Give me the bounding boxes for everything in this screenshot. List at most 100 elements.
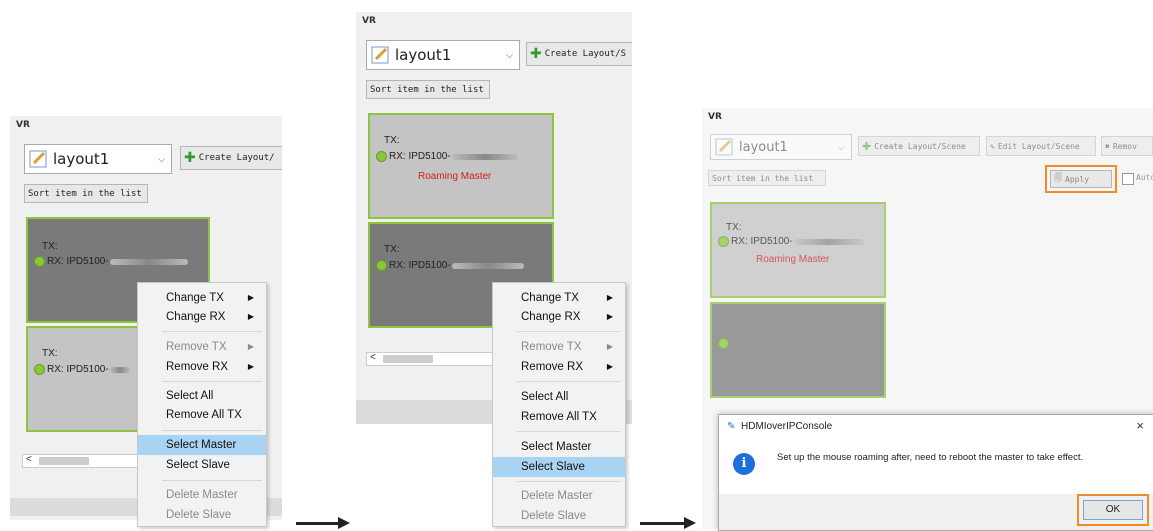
menu-item-change-rx[interactable]: Change RX ▶ [138,307,266,327]
step-arrow-1 [296,522,340,525]
status-dot-icon [376,151,387,162]
tile-rx-label: RX: IPD5100- [389,151,451,162]
layout-icon [715,137,735,157]
menu-item-select-all[interactable]: Select All [138,386,266,406]
submenu-arrow-icon: ▶ [606,362,613,371]
remove-label: Remov [1112,141,1137,151]
chevron-down-icon: ⌵ [838,141,845,152]
step-arrow-2 [640,522,686,525]
menu-item-change-tx[interactable]: Change TX ▶ [493,288,625,308]
create-layout-label: Create Layout/ [198,153,275,163]
menu-item-delete-slave[interactable]: Delete Slave [493,506,625,526]
menu-item-select-slave[interactable]: Select Slave [493,457,625,477]
menu-item-delete-master[interactable]: Delete Master [138,485,266,505]
menu-item-remove-tx[interactable]: Remove TX ▶ [493,337,625,357]
sort-button[interactable]: Sort item in the list [366,80,490,99]
menu-item-remove-all-tx[interactable]: Remove All TX [138,405,266,425]
tile-rx-row: RX: IPD5100- [34,256,188,267]
context-menu-2: Change TX ▶ Change RX ▶ Remove TX ▶ Remove … [492,282,626,527]
menu-item-change-tx[interactable]: Change TX ▶ [138,288,266,308]
plus-icon: ✚ [530,46,542,62]
menu-item-delete-master[interactable]: Delete Master [493,486,625,506]
chevron-down-icon: ⌵ [506,49,513,60]
sort-label: Sort item in the list [28,188,142,199]
tile-tx-label: TX: [726,222,742,233]
tile-tx-label: TX: [384,135,400,146]
edit-layout-scene-label: Edit Layout/Scene [997,141,1080,151]
tile-item-2[interactable] [710,302,886,398]
redacted-text [451,262,524,269]
layout-icon [371,45,391,65]
scrollbar-thumb[interactable] [383,355,433,363]
menu-item-remove-all-tx[interactable]: Remove All TX [493,407,625,427]
layout-dropdown[interactable]: layout1 ⌵ [366,40,520,70]
menu-item-select-slave[interactable]: Select Slave [138,455,266,475]
menu-item-select-all[interactable]: Select All [493,387,625,407]
redacted-text [109,258,188,265]
submenu-arrow-icon: ▶ [606,342,613,351]
roaming-master-label: Roaming Master [756,254,830,265]
scroll-left-icon[interactable]: < [26,454,32,465]
tile-rx-label: RX: IPD5100- [47,364,109,375]
scroll-left-icon[interactable]: < [370,352,376,363]
submenu-arrow-icon: ▶ [247,342,254,351]
chevron-down-icon: ⌵ [158,153,165,164]
auto-label: Auto [1136,173,1153,182]
remove-button[interactable]: ✖ Remov [1101,136,1153,156]
layout-name: layout1 [395,46,452,64]
scrollbar-thumb[interactable] [39,457,89,465]
window-header-marker: VR [708,112,722,122]
tile-rx-label: RX: IPD5100- [731,236,793,247]
window-header-marker: VR [362,16,376,26]
status-dot-icon [718,236,729,247]
tile-item-1[interactable]: TX: RX: IPD5100- Roaming Master [368,113,554,219]
menu-separator [517,431,621,432]
create-layout-scene-button[interactable]: ✚ Create Layout/Scene [858,136,980,156]
tile-rx-row: RX: IPD5100- [718,236,864,247]
close-icon[interactable]: × [1136,418,1144,433]
menu-item-change-rx[interactable]: Change RX ▶ [493,307,625,327]
tile-item-1[interactable]: TX: RX: IPD5100- Roaming Master [710,202,886,298]
tile-rx-row: RX: IPD5100- [376,151,518,162]
ok-highlight-box [1077,494,1149,526]
sort-label: Sort item in the list [370,84,484,95]
auto-checkbox[interactable] [1122,173,1134,185]
menu-separator [517,481,621,482]
menu-item-select-master[interactable]: Select Master [493,437,625,457]
tile-tx-label: TX: [42,241,58,252]
layout-dropdown[interactable]: layout1 ⌵ [24,144,172,174]
layout-name: layout1 [53,150,110,168]
roaming-master-label: Roaming Master [418,171,492,182]
submenu-arrow-icon: ▶ [247,312,254,321]
menu-separator [162,331,262,332]
menu-item-remove-rx[interactable]: Remove RX ▶ [138,357,266,377]
menu-item-remove-rx[interactable]: Remove RX ▶ [493,357,625,377]
tile-rx-label: RX: IPD5100- [389,260,451,271]
menu-separator [162,480,262,481]
tile-rx-row: RX: IPD5100- [34,364,130,375]
redacted-text [793,238,864,245]
menu-separator [517,381,621,382]
plus-icon: ✚ [862,139,872,153]
horizontal-scrollbar[interactable]: < [22,454,150,468]
redacted-text [451,153,518,160]
edit-layout-scene-button[interactable]: ✎ Edit Layout/Scene [986,136,1096,156]
create-layout-button[interactable]: ✚ Create Layout/S [526,42,632,66]
tile-tx-label: TX: [42,348,58,359]
info-dialog: ✎ HDMIoverIPConsole × i Set up the mouse… [718,414,1153,531]
status-dot-icon [376,260,387,271]
menu-item-select-master[interactable]: Select Master [138,435,266,455]
redacted-text [109,366,130,373]
menu-item-delete-slave[interactable]: Delete Slave [138,505,266,525]
sort-button[interactable]: Sort item in the list [708,170,826,186]
sort-button[interactable]: Sort item in the list [24,184,148,203]
layout-dropdown[interactable]: layout1 ⌵ [710,134,852,160]
menu-separator [162,381,262,382]
create-layout-button[interactable]: ✚ Create Layout/ [180,146,282,170]
horizontal-scrollbar[interactable]: < [366,352,494,366]
status-dot-icon [34,256,45,267]
dialog-title: HDMIoverIPConsole [741,421,833,432]
sort-label: Sort item in the list [712,173,814,183]
app-icon: ✎ [727,421,736,432]
menu-item-remove-tx[interactable]: Remove TX ▶ [138,337,266,357]
